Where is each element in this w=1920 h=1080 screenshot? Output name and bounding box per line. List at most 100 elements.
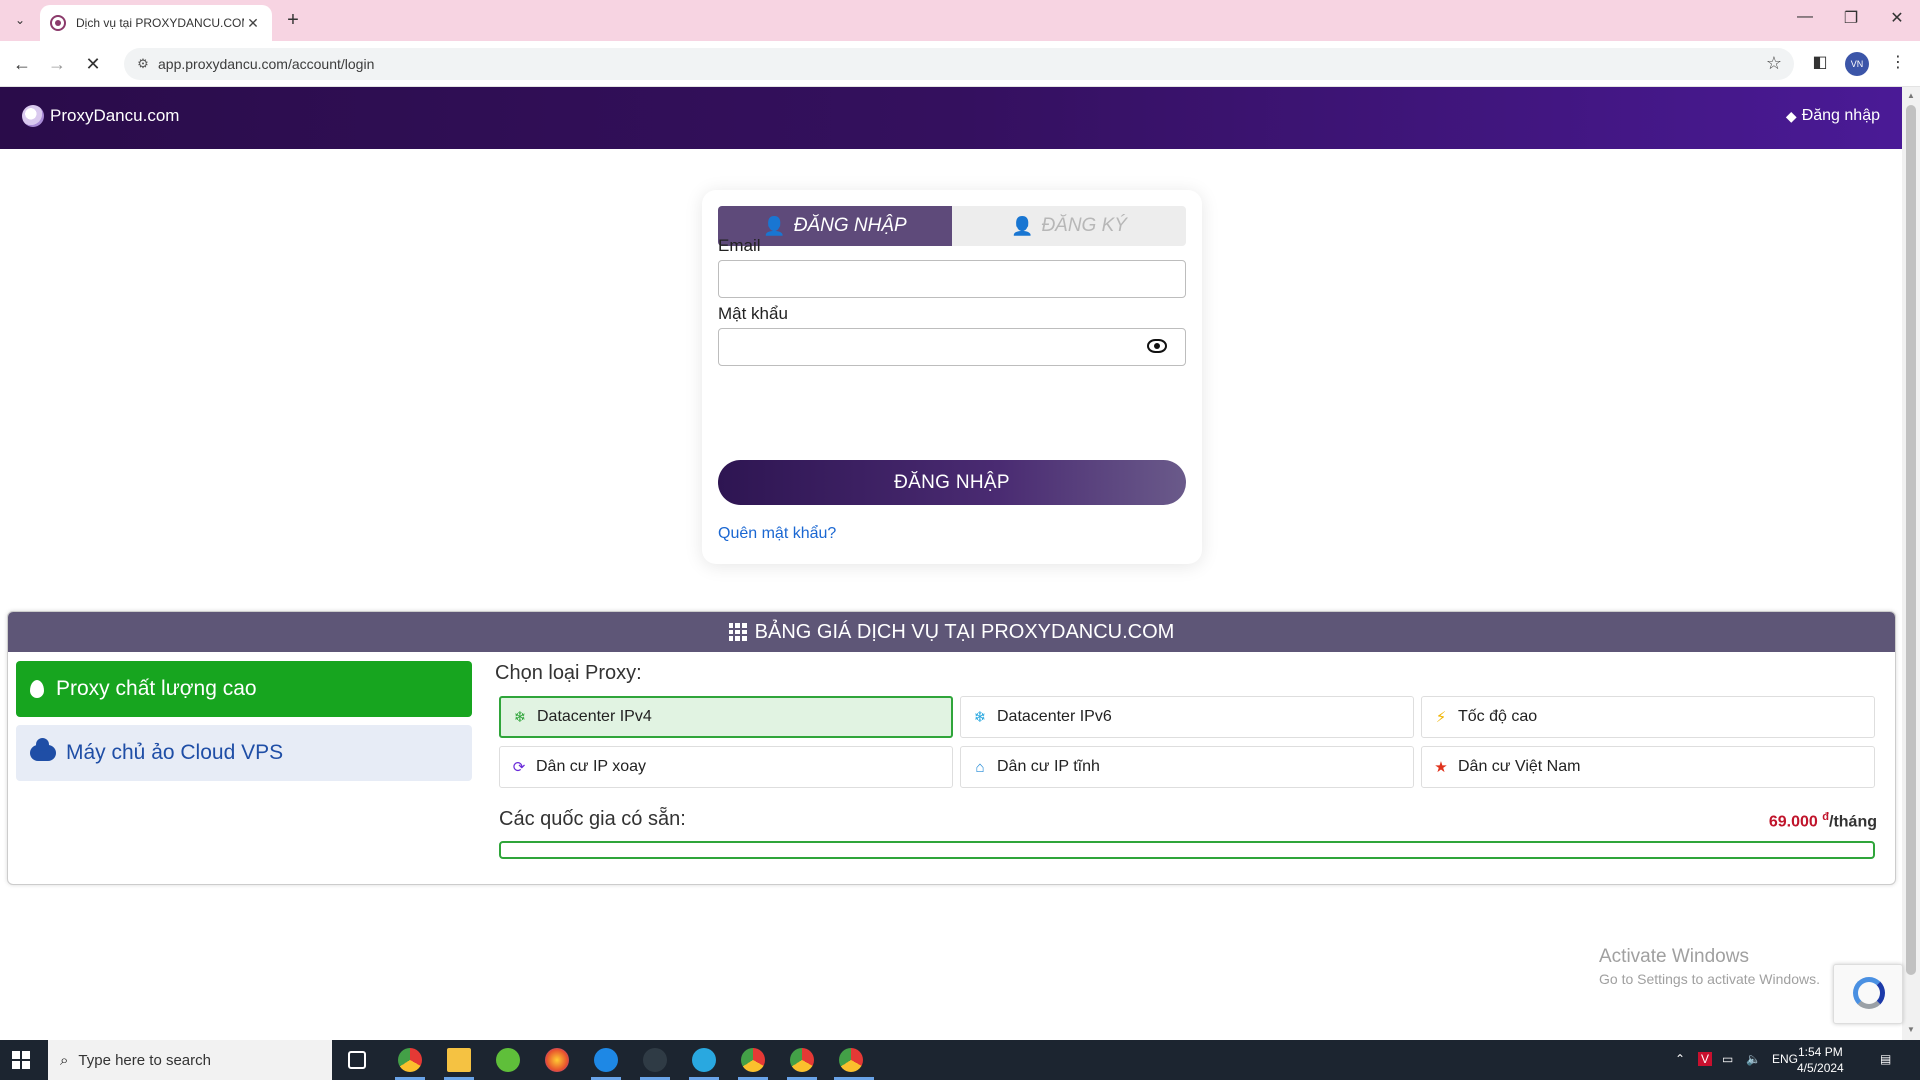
pricing-panel: BẢNG GIÁ DỊCH VỤ TẠI PROXYDANCU.COM Prox…	[7, 611, 1896, 885]
login-submit-button[interactable]: ĐĂNG NHẬP	[718, 460, 1186, 505]
profile-avatar[interactable]: VN	[1845, 52, 1869, 76]
file-explorer-icon[interactable]	[447, 1048, 471, 1072]
option-rotating-residential[interactable]: ⟳ Dân cư IP xoay	[499, 746, 953, 788]
antivirus-icon[interactable]: V	[1698, 1052, 1713, 1066]
user-edit-icon: 👤	[1011, 215, 1034, 236]
minimize-icon[interactable]: —	[1790, 8, 1820, 26]
header-login-label: Đăng nhập	[1801, 107, 1880, 124]
choose-proxy-label: Chọn loại Proxy:	[495, 662, 642, 684]
green-app-icon[interactable]	[496, 1048, 520, 1072]
pricing-header: BẢNG GIÁ DỊCH VỤ TẠI PROXYDANCU.COM	[8, 612, 1895, 652]
url-text: app.proxydancu.com/account/login	[158, 56, 375, 72]
task-view-icon[interactable]	[348, 1051, 366, 1069]
option-label: Tốc độ cao	[1458, 708, 1538, 725]
tray-chevron-icon[interactable]: ⌃	[1675, 1052, 1685, 1066]
windows-start-icon[interactable]	[12, 1051, 30, 1069]
grid-icon	[728, 623, 747, 641]
category-proxy-label: Proxy chất lượng cao	[56, 677, 257, 700]
password-field[interactable]	[718, 328, 1186, 366]
telegram-icon[interactable]	[692, 1048, 716, 1072]
tab-search-chevron-icon[interactable]: ⌄	[8, 8, 32, 32]
address-bar[interactable]: ⚙ app.proxydancu.com/account/login ☆	[124, 48, 1794, 80]
option-vietnam-residential[interactable]: ★ Dân cư Việt Nam	[1421, 746, 1875, 788]
category-proxy[interactable]: Proxy chất lượng cao	[16, 661, 472, 717]
tab-register[interactable]: 👤 ĐĂNG KÝ	[952, 206, 1186, 246]
countries-label: Các quốc gia có sẵn:	[499, 808, 686, 830]
country-selector[interactable]	[499, 841, 1875, 859]
option-label: Datacenter IPv6	[997, 708, 1112, 725]
window-close-icon[interactable]: ✕	[1882, 8, 1912, 28]
stop-loading-icon[interactable]: ✕	[80, 51, 106, 77]
user-icon: 👤	[763, 215, 786, 236]
option-datacenter-ipv4[interactable]: ❄ Datacenter IPv4	[499, 696, 953, 738]
zalo-icon[interactable]	[594, 1048, 618, 1072]
activate-windows-watermark: Activate Windows Go to Settings to activ…	[1599, 946, 1820, 987]
new-tab-plus-icon[interactable]: +	[282, 9, 304, 32]
notifications-icon[interactable]: ▤	[1880, 1052, 1891, 1066]
auth-tabs: 👤 ĐĂNG NHẬP 👤 ĐĂNG KÝ	[718, 206, 1186, 246]
star-icon: ★	[1434, 759, 1448, 776]
scroll-thumb[interactable]	[1906, 105, 1916, 975]
network-icon[interactable]: ▭	[1722, 1052, 1733, 1066]
scroll-up-icon[interactable]: ▲	[1907, 91, 1915, 100]
option-datacenter-ipv6[interactable]: ❄ Datacenter IPv6	[960, 696, 1414, 738]
restore-icon[interactable]: ❐	[1836, 8, 1866, 28]
snowflake-icon: ❄	[973, 709, 987, 726]
rotate-icon: ⟳	[512, 759, 526, 776]
header-login-link[interactable]: ◆ Đăng nhập	[1786, 107, 1880, 125]
pricing-title: BẢNG GIÁ DỊCH VỤ TẠI PROXYDANCU.COM	[754, 620, 1175, 643]
brand[interactable]: ProxyDancu.com	[22, 105, 179, 127]
price-currency: đ	[1822, 811, 1829, 823]
taskbar-search-box[interactable]: ⌕ Type here to search	[48, 1040, 332, 1080]
bookmark-star-icon[interactable]: ☆	[1766, 53, 1782, 74]
watermark-subtitle: Go to Settings to activate Windows.	[1599, 971, 1820, 987]
forgot-password-link[interactable]: Quên mật khẩu?	[718, 525, 836, 543]
chrome-icon[interactable]	[398, 1048, 422, 1072]
back-arrow-icon[interactable]: ←	[9, 51, 35, 77]
option-label: Dân cư Việt Nam	[1458, 758, 1581, 775]
login-card: 👤 ĐĂNG NHẬP 👤 ĐĂNG KÝ Email Mật khẩu ĐĂN…	[702, 190, 1202, 564]
droplet-icon	[30, 680, 44, 698]
firefox-icon[interactable]	[545, 1048, 569, 1072]
brand-name: ProxyDancu.com	[50, 106, 180, 125]
email-field[interactable]	[718, 260, 1186, 298]
brand-logo-icon	[22, 105, 44, 127]
chrome-profile-icon[interactable]	[741, 1048, 765, 1072]
page-scrollbar[interactable]: ▲ ▼	[1902, 87, 1920, 1040]
site-info-icon[interactable]: ⚙	[134, 55, 152, 73]
category-cloud-vps[interactable]: Máy chủ ảo Cloud VPS	[16, 725, 472, 781]
tab-close-icon[interactable]: ✕	[244, 15, 262, 32]
clock-time: 1:54 PM	[1798, 1045, 1843, 1059]
volume-icon[interactable]: 🔈	[1746, 1052, 1761, 1066]
browser-toolbar: ← → ✕ ⚙ app.proxydancu.com/account/login…	[0, 41, 1920, 87]
browser-tab[interactable]: Dịch vụ tại PROXYDANCU.COM ✕	[40, 5, 272, 41]
option-static-residential[interactable]: ⌂ Dân cư IP tĩnh	[960, 746, 1414, 788]
browser-menu-icon[interactable]: ⋮	[1886, 52, 1910, 72]
password-label: Mật khẩu	[718, 304, 788, 323]
tab-register-label: ĐĂNG KÝ	[1041, 215, 1127, 236]
price-value: 69.000	[1768, 813, 1818, 831]
chrome-active-icon[interactable]	[839, 1048, 863, 1072]
taskbar-clock[interactable]: 1:54 PM 4/5/2024	[1797, 1044, 1844, 1076]
language-indicator[interactable]: ENG	[1772, 1052, 1798, 1066]
show-password-eye-icon[interactable]	[1147, 339, 1167, 353]
site-header: ProxyDancu.com ◆ Đăng nhập	[0, 87, 1902, 149]
recaptcha-icon	[1853, 977, 1885, 1009]
clock-date: 4/5/2024	[1797, 1061, 1844, 1075]
option-label: Dân cư IP xoay	[536, 758, 647, 775]
chrome-profile-icon[interactable]	[790, 1048, 814, 1072]
search-icon: ⌕	[60, 1051, 69, 1069]
option-high-speed[interactable]: ⚡ Tốc độ cao	[1421, 696, 1875, 738]
browser-tab-bar: ⌄ Dịch vụ tại PROXYDANCU.COM ✕ + — ❐ ✕	[0, 0, 1920, 41]
tab-login-label: ĐĂNG NHẬP	[793, 215, 907, 236]
site-favicon-icon	[50, 15, 66, 31]
email-label: Email	[718, 236, 761, 255]
option-label: Datacenter IPv4	[537, 708, 652, 725]
app-icon[interactable]	[643, 1048, 667, 1072]
forward-arrow-icon[interactable]: →	[44, 51, 70, 77]
snowflake-icon: ❄	[513, 709, 527, 726]
recaptcha-badge[interactable]	[1833, 964, 1903, 1024]
cloud-icon	[30, 738, 56, 761]
side-panel-icon[interactable]: ◧	[1808, 52, 1832, 72]
scroll-down-icon[interactable]: ▼	[1907, 1025, 1915, 1034]
